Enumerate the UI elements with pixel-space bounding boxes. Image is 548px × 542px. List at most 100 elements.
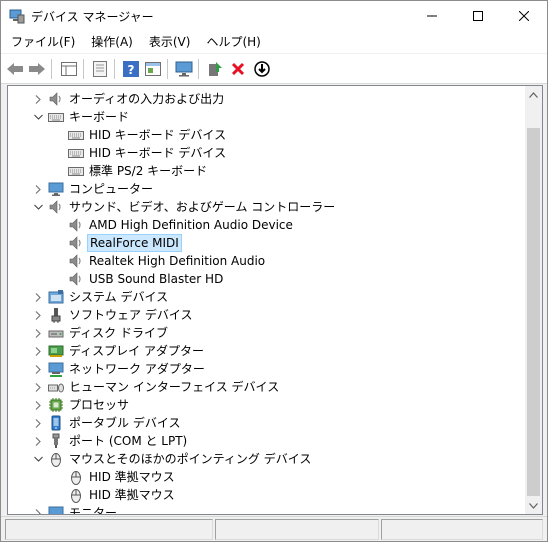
tree-item-label[interactable]: オーディオの入力および出力 [67, 91, 226, 107]
tree-category-row[interactable]: ディスク ドライブ [8, 324, 520, 342]
scroll-up-button[interactable] [525, 86, 542, 103]
chevron-down-icon [529, 502, 538, 509]
tree-device-row[interactable]: Realtek High Definition Audio [8, 252, 520, 270]
chevron-down-icon[interactable] [32, 108, 44, 126]
tree-item-label[interactable]: RealForce MIDI [87, 234, 182, 252]
show-hidden-button[interactable] [143, 59, 163, 79]
chevron-up-icon [529, 91, 538, 98]
forward-button[interactable] [27, 59, 47, 79]
tree-category-row[interactable]: コンピューター [8, 180, 520, 198]
tree-category-row[interactable]: システム デバイス [8, 288, 520, 306]
tree-item-label[interactable]: ポータブル デバイス [67, 415, 182, 431]
tree-item-label[interactable]: モニター [67, 505, 119, 514]
properties-view-button[interactable] [59, 59, 79, 79]
chevron-right-icon[interactable] [32, 432, 44, 450]
chevron-right-icon[interactable] [32, 360, 44, 378]
tree-item-label[interactable]: コンピューター [67, 181, 155, 197]
tree-item-label[interactable]: ディスク ドライブ [67, 325, 170, 341]
tree-item-label[interactable]: プロセッサ [67, 397, 131, 413]
chevron-right-icon[interactable] [32, 180, 44, 198]
chevron-right-icon[interactable] [32, 90, 44, 108]
tree-category-row[interactable]: ポート (COM と LPT) [8, 432, 520, 450]
tree-category-row[interactable]: ソフトウェア デバイス [8, 306, 520, 324]
chevron-right-icon[interactable] [32, 342, 44, 360]
tree-device-row[interactable]: HID 準拠マウス [8, 468, 520, 486]
uninstall-button[interactable] [228, 59, 248, 79]
tree-category-row[interactable]: ポータブル デバイス [8, 414, 520, 432]
help-button[interactable]: ? [121, 59, 141, 79]
tree-item-label[interactable]: AMD High Definition Audio Device [87, 217, 295, 233]
maximize-button[interactable] [455, 1, 501, 31]
tree-device-row[interactable]: 標準 PS/2 キーボード [8, 162, 520, 180]
menu-help[interactable]: ヘルプ(H) [196, 31, 266, 53]
portable-device-icon [51, 415, 61, 431]
chevron-right-icon[interactable] [32, 306, 44, 324]
menu-bar: ファイル(F) 操作(A) 表示(V) ヘルプ(H) [1, 31, 547, 53]
tree-category-row[interactable]: プロセッサ [8, 396, 520, 414]
tree-item-label[interactable]: ポート (COM と LPT) [67, 433, 189, 449]
keyboard-icon [68, 167, 84, 176]
device-tree[interactable]: オーディオの入力および出力 キーボード HID キーボード デバイス HID キーボー… [7, 85, 543, 515]
tree-device-row[interactable]: HID キーボード デバイス [8, 126, 520, 144]
tree-item-label[interactable]: HID 準拠マウス [87, 469, 177, 485]
tree-item-label[interactable]: マウスとそのほかのポインティング デバイス [67, 451, 313, 467]
tree-category-row[interactable]: マウスとそのほかのポインティング デバイス [8, 450, 520, 468]
mouse-icon [51, 453, 61, 467]
tree-item-label[interactable]: サウンド、ビデオ、およびゲーム コントローラー [67, 199, 337, 215]
tree-item-label[interactable]: ディスプレイ アダプター [67, 343, 206, 359]
back-button[interactable] [5, 59, 25, 79]
tree-category-row[interactable]: キーボード [8, 108, 520, 126]
chevron-right-icon[interactable] [32, 288, 44, 306]
tree-device-row[interactable]: AMD High Definition Audio Device [8, 216, 520, 234]
tree-device-row[interactable]: HID 準拠マウス [8, 486, 520, 504]
tree-device-row[interactable]: USB Sound Blaster HD [8, 270, 520, 288]
minimize-button[interactable] [409, 1, 455, 31]
speaker-icon [69, 236, 81, 250]
maximize-icon [473, 11, 483, 21]
scrollbar-thumb[interactable] [527, 128, 540, 496]
tree-item-label[interactable]: システム デバイス [67, 289, 170, 305]
scroll-down-button[interactable] [525, 497, 542, 514]
speaker-icon [49, 200, 61, 214]
chevron-down-icon[interactable] [32, 450, 44, 468]
tree-item-label[interactable]: ヒューマン インターフェイス デバイス [67, 379, 281, 395]
tree-category-row[interactable]: サウンド、ビデオ、およびゲーム コントローラー [8, 198, 520, 216]
chevron-right-icon[interactable] [32, 504, 44, 514]
tree-item-label[interactable]: HID キーボード デバイス [87, 127, 228, 143]
properties-button[interactable] [90, 59, 110, 79]
tree-item-label[interactable]: キーボード [67, 109, 131, 125]
tree-item-label[interactable]: Realtek High Definition Audio [87, 253, 267, 269]
menu-action[interactable]: 操作(A) [81, 31, 139, 53]
tree-item-label[interactable]: HID 準拠マウス [87, 487, 177, 503]
scan-hardware-button[interactable] [174, 59, 194, 79]
tree-category-row[interactable]: ディスプレイ アダプター [8, 342, 520, 360]
tree-category-row[interactable]: ネットワーク アダプター [8, 360, 520, 378]
chevron-right-icon[interactable] [32, 378, 44, 396]
chevron-right-icon[interactable] [32, 396, 44, 414]
minimize-icon [427, 15, 437, 17]
tree-device-row[interactable]: HID キーボード デバイス [8, 144, 520, 162]
chevron-right-icon[interactable] [32, 324, 44, 342]
monitor-icon [48, 182, 64, 196]
disable-device-button[interactable] [252, 59, 272, 79]
tree-device-row[interactable]: RealForce MIDI [8, 234, 520, 252]
tree-item-label[interactable]: USB Sound Blaster HD [87, 271, 225, 287]
chevron-down-icon[interactable] [32, 198, 44, 216]
tree-item-label[interactable]: HID キーボード デバイス [87, 145, 228, 161]
menu-file[interactable]: ファイル(F) [1, 31, 81, 53]
tree-category-row[interactable]: モニター [8, 504, 520, 514]
processor-icon [49, 398, 63, 412]
title-bar[interactable]: デバイス マネージャー [1, 1, 547, 31]
tree-category-row[interactable]: オーディオの入力および出力 [8, 90, 520, 108]
tree-item-label[interactable]: ネットワーク アダプター [67, 361, 207, 377]
tree-item-label[interactable]: ソフトウェア デバイス [67, 307, 194, 323]
tree-item-label[interactable]: 標準 PS/2 キーボード [87, 163, 209, 179]
tree-category-row[interactable]: ヒューマン インターフェイス デバイス [8, 378, 520, 396]
chevron-right-icon[interactable] [32, 414, 44, 432]
vertical-scrollbar[interactable] [525, 86, 542, 514]
update-driver-button[interactable] [205, 59, 225, 79]
menu-view[interactable]: 表示(V) [139, 31, 197, 53]
toolbar-separator [114, 59, 115, 79]
speaker-icon [69, 254, 81, 268]
close-button[interactable] [501, 1, 547, 31]
